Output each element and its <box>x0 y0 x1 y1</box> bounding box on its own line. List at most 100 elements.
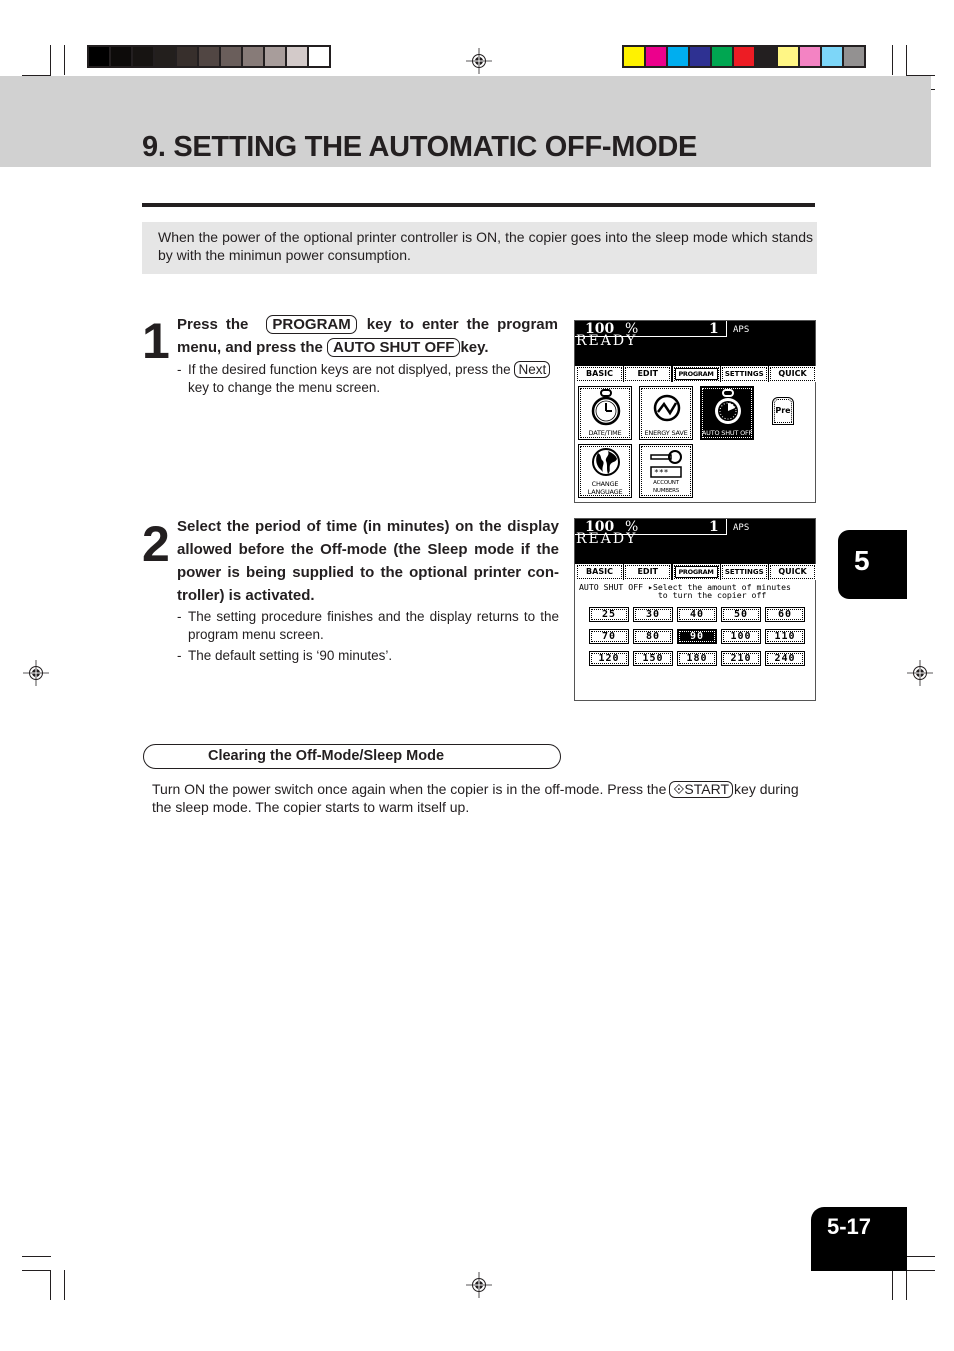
button-label: DATE/TIME <box>588 429 622 437</box>
screen-message: AUTO SHUT OFF ▸Select the amount of minu… <box>579 583 791 599</box>
program-key: PROGRAM <box>266 315 357 334</box>
minutes-option-110[interactable]: 110 <box>765 629 805 644</box>
color-swatch <box>221 47 241 66</box>
status-text: READY <box>576 333 638 349</box>
minutes-option-40[interactable]: 40 <box>677 607 717 622</box>
status-text: READY <box>576 531 638 547</box>
crop-mark <box>64 45 65 75</box>
text: to turn the copier off <box>579 590 767 600</box>
color-swatch <box>712 47 732 66</box>
crop-mark <box>22 1270 51 1271</box>
crop-mark <box>50 45 51 75</box>
crop-mark <box>50 1270 51 1300</box>
minutes-option-90[interactable]: 90 <box>677 629 717 644</box>
text: If the desired function keys are not dis… <box>188 362 511 377</box>
account-numbers-button[interactable]: ***_ ACCOUNT NUMBERS <box>639 444 693 498</box>
minutes-option-150[interactable]: 150 <box>633 651 673 666</box>
clearing-text: Turn ON the power switch once again when… <box>152 780 817 816</box>
auto-shut-off-key: AUTO SHUT OFF <box>327 338 461 357</box>
text: The default setting is ‘90 minutes’. <box>188 648 393 663</box>
stopwatch-icon <box>591 389 621 426</box>
registration-mark-icon <box>466 1272 492 1298</box>
color-swatch <box>177 47 197 66</box>
date-time-button[interactable]: DATE/TIME <box>578 386 632 440</box>
color-swatch <box>199 47 219 66</box>
button-label: ENERGY SAVE <box>644 429 688 437</box>
minutes-option-60[interactable]: 60 <box>765 607 805 622</box>
minutes-option-100[interactable]: 100 <box>721 629 761 644</box>
color-swatch <box>309 47 329 66</box>
title-rule <box>142 203 815 207</box>
color-swatch <box>243 47 263 66</box>
color-swatch <box>734 47 754 66</box>
minutes-grid: 25 30 40 50 60 70 80 90 100 110 120 150 180 210 240 <box>589 607 805 666</box>
crop-mark <box>64 1270 65 1300</box>
tab-settings[interactable]: SETTINGS <box>720 564 768 580</box>
minutes-option-80[interactable]: 80 <box>633 629 673 644</box>
tab-basic[interactable]: BASIC <box>576 366 623 382</box>
text: The setting procedure finishes and the d… <box>188 609 559 642</box>
step-2-notes: - The setting procedure finishes and the … <box>177 609 559 663</box>
tab-quick[interactable]: QUICK <box>769 564 816 580</box>
color-swatch <box>265 47 285 66</box>
screen-tabs: BASIC EDIT PROGRAM SETTINGS QUICK <box>576 564 816 580</box>
copy-count: 1 <box>709 321 719 337</box>
minutes-option-30[interactable]: 30 <box>633 607 673 622</box>
crop-mark <box>906 1256 935 1257</box>
energy-save-button[interactable]: ENERGY SAVE <box>639 386 693 440</box>
minutes-option-210[interactable]: 210 <box>721 651 761 666</box>
minutes-option-240[interactable]: 240 <box>765 651 805 666</box>
tab-basic[interactable]: BASIC <box>576 564 623 580</box>
step-1-instruction: Press the PROGRAM key to enter the progr… <box>177 313 558 359</box>
auto-shut-off-icon <box>715 389 741 424</box>
text: Press the <box>177 316 249 333</box>
color-swatch <box>287 47 307 66</box>
color-swatch <box>668 47 688 66</box>
cmyk-color-bar <box>622 45 866 68</box>
status-area: 100 % 1 APS READY <box>575 519 815 564</box>
step-1-note: - If the desired function keys are not di… <box>177 361 567 397</box>
step-number: 2 <box>142 516 170 572</box>
minutes-option-50[interactable]: 50 <box>721 607 761 622</box>
auto-shut-off-button[interactable]: AUTO SHUT OFF <box>700 386 754 440</box>
button-label: CHANGE LANGUAGE <box>587 480 623 496</box>
color-swatch <box>778 47 798 66</box>
copy-count: 1 <box>709 519 719 535</box>
color-swatch <box>800 47 820 66</box>
step-2-instruction: Select the period of time (in minutes) o… <box>177 515 559 607</box>
globe-icon <box>592 448 620 476</box>
color-swatch <box>111 47 131 66</box>
tab-program[interactable]: PROGRAM <box>672 366 720 382</box>
minutes-option-25[interactable]: 25 <box>589 607 629 622</box>
button-label: ACCOUNT NUMBERS <box>652 480 680 494</box>
intro-note: When the power of the optional printer c… <box>142 222 817 274</box>
svg-text:***_: ***_ <box>654 468 673 477</box>
pre-set-icon[interactable]: Pre <box>772 397 794 425</box>
minutes-option-120[interactable]: 120 <box>589 651 629 666</box>
tab-edit[interactable]: EDIT <box>624 564 672 580</box>
color-swatch <box>133 47 153 66</box>
key-icon: ***_ <box>650 450 682 478</box>
tab-settings[interactable]: SETTINGS <box>720 366 768 382</box>
grayscale-color-bar <box>87 45 331 68</box>
crop-mark <box>906 1270 935 1271</box>
paper-mode: APS <box>733 523 750 533</box>
program-menu-screen: 100 % 1 APS READY BASIC EDIT PROGRAM SET… <box>574 320 816 503</box>
color-swatch <box>756 47 776 66</box>
tab-edit[interactable]: EDIT <box>624 366 672 382</box>
crop-mark <box>906 45 907 75</box>
minutes-option-70[interactable]: 70 <box>589 629 629 644</box>
registration-mark-icon <box>466 48 492 74</box>
color-swatch <box>690 47 710 66</box>
crop-mark <box>892 1270 893 1300</box>
auto-shut-off-screen: 100 % 1 APS READY BASIC EDIT PROGRAM SET… <box>574 518 816 701</box>
text: key. <box>460 339 489 356</box>
page-number: 5-17 <box>811 1207 907 1271</box>
change-language-button[interactable]: CHANGE LANGUAGE <box>578 444 632 498</box>
color-swatch <box>89 47 109 66</box>
tab-program[interactable]: PROGRAM <box>672 564 720 580</box>
minutes-option-180[interactable]: 180 <box>677 651 717 666</box>
tab-quick[interactable]: QUICK <box>769 366 816 382</box>
step-number: 1 <box>142 313 170 369</box>
button-label: AUTO SHUT OFF <box>701 429 753 437</box>
